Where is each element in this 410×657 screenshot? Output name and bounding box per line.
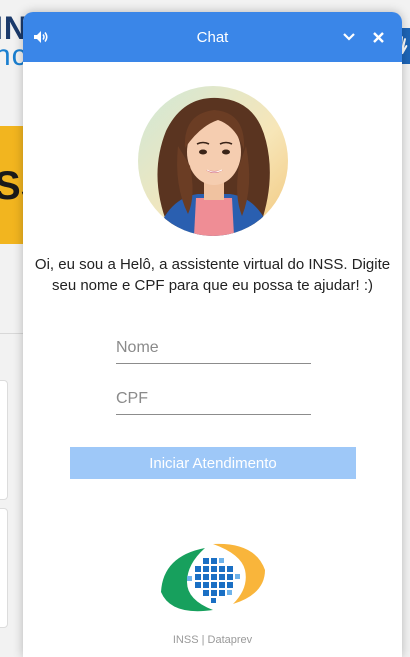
assistant-avatar xyxy=(138,86,288,236)
inss-logo xyxy=(157,540,269,616)
close-icon[interactable] xyxy=(368,27,388,47)
chat-header: Chat xyxy=(23,12,402,62)
chat-window: Chat Oi, eu sou a Helô, a assistente vir… xyxy=(23,12,402,657)
start-service-button[interactable]: Iniciar Atendimento xyxy=(70,447,356,479)
greeting-message: Oi, eu sou a Helô, a assistente virtual … xyxy=(34,256,391,294)
background-card xyxy=(0,380,8,500)
chevron-down-icon[interactable] xyxy=(339,27,359,47)
name-input[interactable] xyxy=(116,333,311,364)
cpf-input[interactable] xyxy=(116,384,311,415)
background-card xyxy=(0,508,8,628)
footer-credits: INSS | Dataprev xyxy=(172,634,253,646)
